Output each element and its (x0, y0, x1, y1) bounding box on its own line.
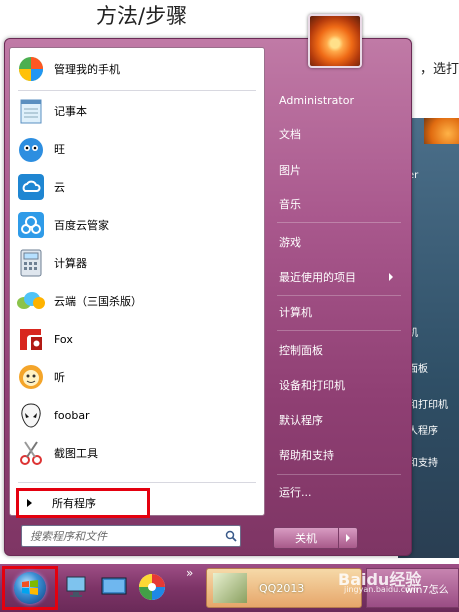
program-item-cloud[interactable]: 云 (16, 170, 256, 204)
program-item-notepad[interactable]: 记事本 (16, 94, 256, 128)
right-item-run[interactable]: 运行... (275, 477, 401, 507)
divider (277, 222, 401, 223)
places-pane: Administrator 文档 图片 音乐 游戏 最近使用的项目 计算机 控制… (271, 39, 407, 555)
program-item-wangwang[interactable]: 旺 (16, 132, 256, 166)
bg-menu-item: 和打印机 (408, 400, 448, 411)
shutdown-button[interactable]: 关机 (273, 527, 339, 549)
show-desktop-icon[interactable] (98, 572, 130, 602)
right-item-label: 默认程序 (279, 414, 323, 427)
right-item-label: 文档 (279, 128, 301, 141)
chevron-right-icon (389, 273, 393, 281)
program-label: Fox (54, 332, 73, 346)
baidu-watermark-url: jingyan.baidu.com (344, 585, 418, 594)
article-title: 方法/步骤 (96, 4, 188, 28)
baidu-cloud-icon (16, 210, 46, 240)
right-item-label: 音乐 (279, 198, 301, 211)
program-label: 云端（三国杀版） (54, 295, 142, 308)
chevron-double-right-icon[interactable]: » (186, 566, 193, 580)
right-item-control-panel[interactable]: 控制面板 (275, 335, 401, 365)
start-menu: 管理我的手机 记事本 旺 云 百度云管家 计算器 云端（三国杀版） Fox 听 … (4, 38, 412, 556)
right-item-label: 游戏 (279, 236, 301, 249)
divider (277, 474, 401, 475)
divider (277, 295, 401, 296)
program-item-baidu-cloud[interactable]: 百度云管家 (16, 208, 256, 242)
windows-logo-icon (14, 572, 46, 604)
program-item-yunduan[interactable]: 云端（三国杀版） (16, 284, 256, 318)
all-programs-button[interactable]: 所有程序 (16, 488, 150, 518)
program-item-fox[interactable]: Fox (16, 322, 256, 356)
program-label: foobar (54, 408, 90, 422)
divider (18, 90, 256, 91)
phone-manager-icon (16, 54, 46, 84)
right-item-help[interactable]: 帮助和支持 (275, 440, 401, 470)
right-item-label: 设备和打印机 (279, 379, 345, 392)
all-programs-label: 所有程序 (52, 497, 96, 510)
right-item-recent[interactable]: 最近使用的项目 (275, 262, 401, 292)
program-item-ting[interactable]: 听 (16, 360, 256, 394)
start-button[interactable] (2, 566, 58, 610)
foobar-icon (16, 400, 46, 430)
bg-menu-item: 和支持 (408, 458, 438, 469)
background-user-picture (424, 118, 459, 144)
shutdown-group: 关机 (273, 527, 358, 549)
right-item-games[interactable]: 游戏 (275, 227, 401, 257)
chevron-right-icon (346, 534, 350, 542)
right-item-pictures[interactable]: 图片 (275, 155, 401, 185)
user-picture[interactable] (308, 14, 362, 68)
program-label: 云 (54, 181, 65, 194)
computer-icon[interactable] (62, 572, 94, 602)
program-label: 百度云管家 (54, 219, 109, 232)
search-icon[interactable] (222, 527, 240, 545)
right-item-label: 计算机 (279, 306, 312, 319)
search-box (21, 525, 241, 547)
triangle-right-icon (27, 499, 32, 507)
program-label: 计算器 (54, 257, 87, 270)
bg-menu-item: 人程序 (408, 426, 438, 437)
cloud-icon (16, 172, 46, 202)
program-item-calculator[interactable]: 计算器 (16, 246, 256, 280)
pinwheel-app-icon[interactable] (136, 572, 168, 602)
snipping-tool-icon (16, 438, 46, 468)
right-item-music[interactable]: 音乐 (275, 189, 401, 219)
right-item-devices-printers[interactable]: 设备和打印机 (275, 370, 401, 400)
yunduan-icon (16, 286, 46, 316)
programs-pane: 管理我的手机 记事本 旺 云 百度云管家 计算器 云端（三国杀版） Fox 听 … (9, 47, 265, 518)
right-item-label: 图片 (279, 164, 301, 177)
program-item-foobar[interactable]: foobar (16, 398, 256, 432)
article-side-text: ，选打 (420, 62, 459, 77)
right-item-user[interactable]: Administrator (275, 85, 401, 115)
divider (18, 482, 256, 483)
right-item-label: 帮助和支持 (279, 449, 334, 462)
program-label: 听 (54, 371, 65, 384)
ting-icon (16, 362, 46, 392)
right-item-label: 最近使用的项目 (279, 271, 356, 284)
program-item-phone-manager[interactable]: 管理我的手机 (16, 52, 256, 86)
right-item-label: 运行... (279, 486, 312, 499)
right-item-label: Administrator (279, 93, 354, 107)
notepad-icon (16, 96, 46, 126)
program-label: 截图工具 (54, 447, 98, 460)
wangwang-icon (16, 134, 46, 164)
foxit-icon (16, 324, 46, 354)
right-item-default-programs[interactable]: 默认程序 (275, 405, 401, 435)
calculator-icon (16, 248, 46, 278)
qq-thumbnail (213, 573, 247, 603)
task-label: QQ2013 (259, 581, 305, 595)
right-item-label: 控制面板 (279, 344, 323, 357)
right-item-documents[interactable]: 文档 (275, 119, 401, 149)
divider (277, 330, 401, 331)
program-label: 旺 (54, 143, 65, 156)
search-input[interactable] (28, 528, 222, 544)
right-item-computer[interactable]: 计算机 (275, 297, 401, 327)
program-item-snipping-tool[interactable]: 截图工具 (16, 436, 256, 470)
program-label: 管理我的手机 (54, 63, 120, 76)
program-label: 记事本 (54, 105, 87, 118)
shutdown-options-button[interactable] (339, 527, 358, 549)
